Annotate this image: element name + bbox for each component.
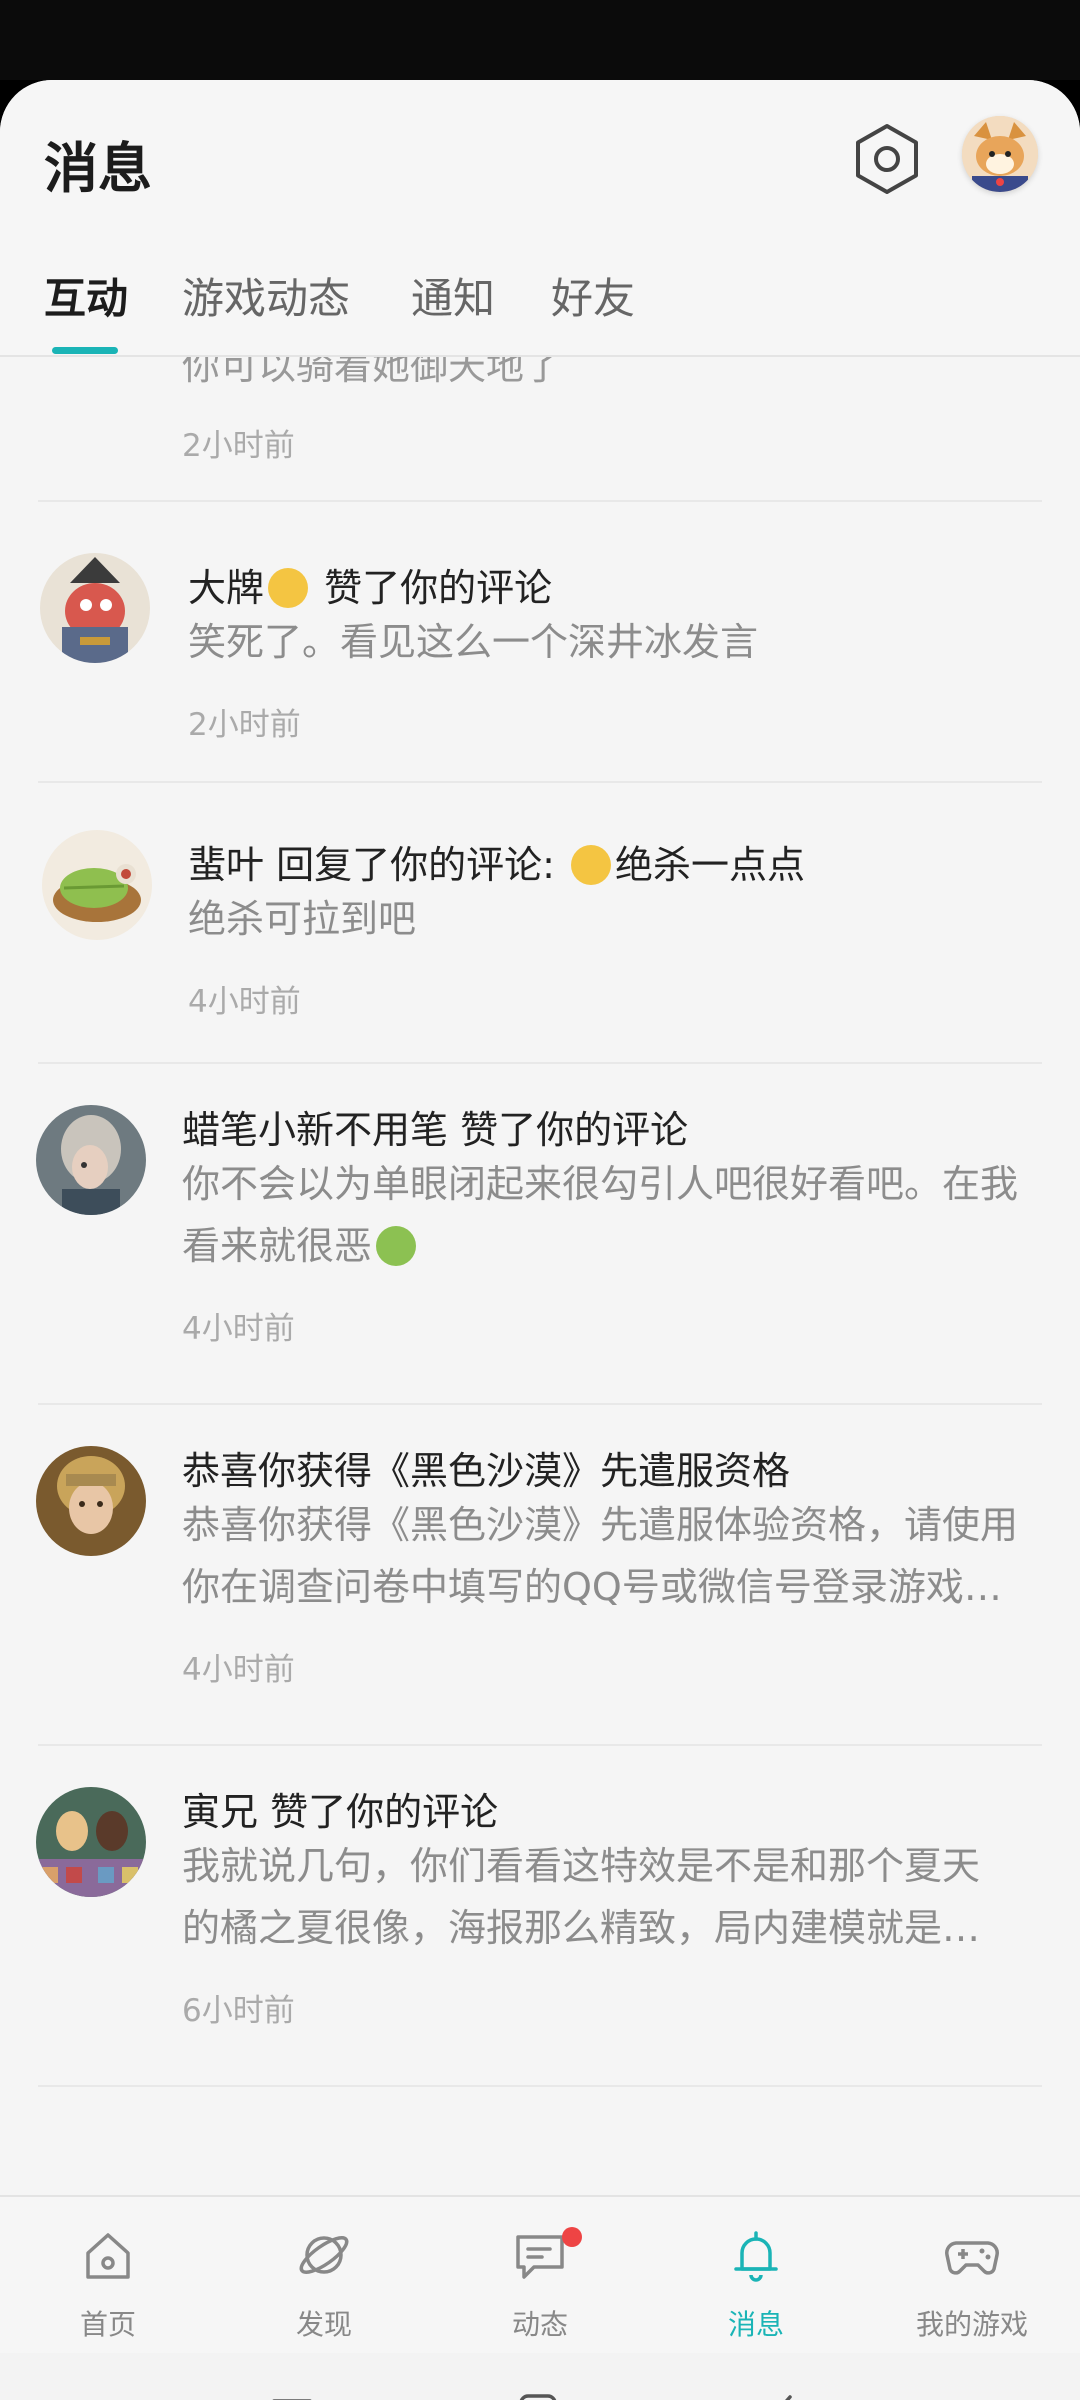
- rolling-laughing-emoji-icon: [570, 845, 611, 885]
- unread-badge: [562, 2227, 582, 2247]
- active-tab-indicator: [52, 347, 118, 354]
- messages-screen: 消息 互动 游戏动态 通知 好友 你可以骑着她御天地了 2小时前 大牌 赞了你的…: [0, 80, 1080, 2400]
- partial-message-body: 你可以骑着她御天地了: [182, 355, 563, 388]
- nav-discover[interactable]: 发现: [216, 2197, 432, 2355]
- message-title: 寅兄 赞了你的评论: [182, 1790, 499, 1834]
- message-time: 4小时前: [182, 1652, 295, 1688]
- message-item[interactable]: 恭喜你获得《黑色沙漠》先遣服资格 恭喜你获得《黑色沙漠》先遣服体验资格，请使用你…: [0, 1404, 1080, 1744]
- bell-icon: [734, 2231, 778, 2282]
- nav-my-games[interactable]: 我的游戏: [864, 2197, 1080, 2355]
- status-bar: [0, 0, 1080, 80]
- message-body: 恭喜你获得《黑色沙漠》先遣服体验资格，请使用你在调查问卷中填写的QQ号或微信号登…: [182, 1503, 1019, 1609]
- partial-message-time: 2小时前: [182, 428, 295, 464]
- tab-game-updates[interactable]: 游戏动态: [182, 265, 350, 326]
- nav-label: 我的游戏: [915, 2308, 1028, 2341]
- message-time: 2小时前: [188, 707, 301, 743]
- nav-updates[interactable]: 动态: [432, 2197, 648, 2355]
- message-item[interactable]: 大牌 赞了你的评论 笑死了。看见这么一个深井冰发言 2小时前: [0, 501, 1080, 781]
- user-avatar[interactable]: [36, 1105, 146, 1215]
- message-body: 我就说几句，你们看看这特效是不是和那个夏天的橘之夏很像，海报那么精致，局内建模就…: [182, 1844, 981, 1950]
- header: 消息 互动 游戏动态 通知 好友: [0, 80, 1080, 357]
- message-time: 6小时前: [182, 1993, 295, 2029]
- user-avatar[interactable]: [40, 553, 150, 663]
- victory-hand-emoji-icon: [268, 568, 309, 608]
- tab-bar: 互动 游戏动态 通知 好友: [0, 265, 1080, 355]
- user-avatar[interactable]: [36, 1787, 146, 1897]
- user-avatar[interactable]: [42, 830, 152, 940]
- divider: [38, 2085, 1042, 2087]
- nav-messages[interactable]: 消息: [648, 2197, 864, 2355]
- home-square-icon[interactable]: [518, 2393, 558, 2400]
- menu-icon[interactable]: [272, 2393, 312, 2400]
- message-body: 笑死了。看见这么一个深井冰发言: [188, 620, 759, 664]
- tab-friends[interactable]: 好友: [551, 265, 635, 326]
- nav-label: 动态: [511, 2308, 568, 2341]
- message-item[interactable]: 寅兄 赞了你的评论 我就说几句，你们看看这特效是不是和那个夏天的橘之夏很像，海报…: [0, 1745, 1080, 2085]
- nav-label: 首页: [79, 2308, 136, 2341]
- bottom-navigation: 首页 发现 动态 消息 我的游戏: [0, 2195, 1080, 2355]
- message-time: 4小时前: [182, 1311, 295, 1347]
- page-title: 消息: [44, 137, 152, 200]
- message-title: 大牌 赞了你的评论: [188, 566, 553, 610]
- tab-notifications[interactable]: 通知: [411, 265, 495, 326]
- gamepad-icon: [945, 2241, 999, 2275]
- profile-avatar[interactable]: [962, 116, 1038, 192]
- message-body: 你不会以为单眼闭起来很勾引人吧很好看吧。在我看来就很恶: [182, 1162, 1019, 1268]
- game-avatar[interactable]: [36, 1446, 146, 1556]
- system-navigation-bar: [0, 2353, 1080, 2400]
- message-time: 4小时前: [188, 984, 301, 1020]
- message-feed[interactable]: 你可以骑着她御天地了 2小时前 大牌 赞了你的评论 笑死了。看见这么一个深井冰发…: [0, 355, 1080, 2195]
- message-item[interactable]: 蜡笔小新不用笔 赞了你的评论 你不会以为单眼闭起来很勾引人吧很好看吧。在我看来就…: [0, 1063, 1080, 1403]
- nav-label: 消息: [727, 2308, 784, 2341]
- message-title: 蜚叶 回复了你的评论: 绝杀一点点: [188, 843, 805, 887]
- message-body: 绝杀可拉到吧: [188, 897, 417, 941]
- message-item[interactable]: 蜚叶 回复了你的评论: 绝杀一点点 绝杀可拉到吧 4小时前: [0, 782, 1080, 1062]
- back-icon[interactable]: [764, 2393, 804, 2400]
- planet-icon: [299, 2236, 349, 2274]
- nav-label: 发现: [295, 2308, 352, 2341]
- home-icon: [86, 2233, 130, 2279]
- tab-interaction[interactable]: 互动: [44, 265, 128, 326]
- message-title: 蜡笔小新不用笔 赞了你的评论: [182, 1108, 689, 1152]
- nauseated-face-emoji-icon: [376, 1226, 417, 1266]
- message-title: 恭喜你获得《黑色沙漠》先遣服资格: [182, 1449, 791, 1493]
- chat-icon: [516, 2235, 564, 2279]
- nav-home[interactable]: 首页: [0, 2197, 216, 2355]
- settings-hexagon-icon[interactable]: [850, 122, 924, 196]
